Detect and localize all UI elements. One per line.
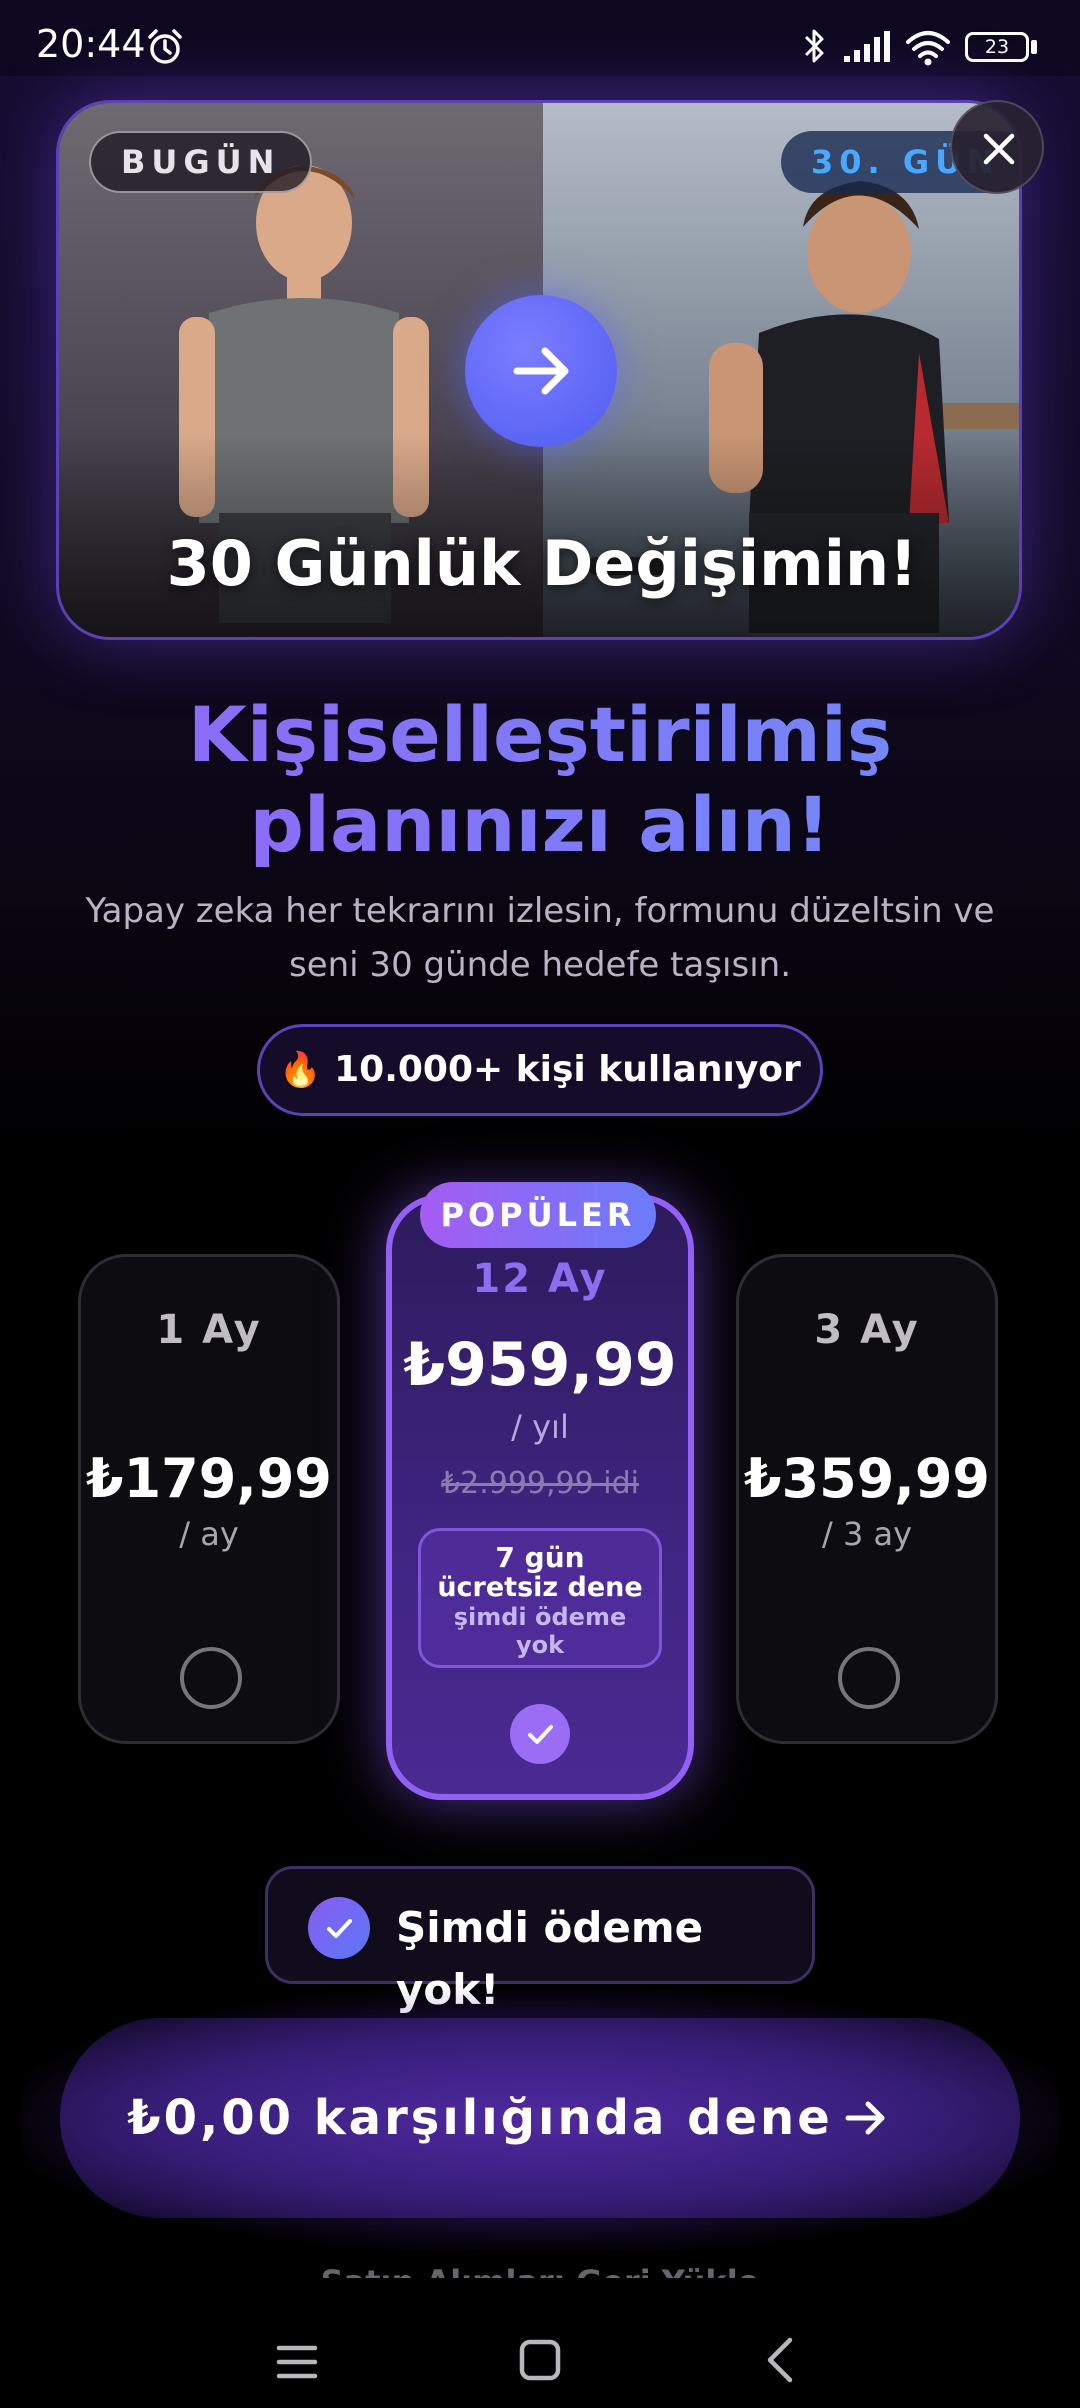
plan-name: 12 Ay	[472, 1256, 608, 1302]
trial-duration: 7 gün	[495, 1541, 585, 1574]
plan-price: ₺359,99	[744, 1447, 990, 1510]
check-icon	[327, 1919, 352, 1938]
plan-period: / yıl	[511, 1408, 569, 1446]
cta-label: ₺0,00 karşılığında dene	[127, 2090, 833, 2146]
transformation-arrow	[465, 295, 617, 447]
plan-name: 1 Ay	[156, 1307, 262, 1353]
trial-note: şimdi ödeme	[453, 1603, 627, 1631]
subtitle: Yapay zeka her tekrarını izlesin, formun…	[60, 884, 1020, 992]
wifi-icon	[906, 31, 950, 66]
plan-card-quarterly[interactable]: 3 Ay ₺359,99 / 3 ay	[736, 1254, 998, 1744]
plan-old-price: ₺2.999,99 idi	[441, 1466, 639, 1501]
plan-period: / 3 ay	[821, 1515, 913, 1553]
status-bar: 20:44 23	[0, 0, 1080, 76]
arrow-right-icon	[845, 2101, 885, 2135]
no-payment-pill: Şimdi ödeme yok!	[265, 1866, 815, 2014]
badge-today: BUGÜN	[89, 131, 313, 193]
popular-badge: POPÜLER	[420, 1182, 656, 1248]
users-count-pill: 🔥 10.000+ kişi kullanıyor	[257, 1024, 823, 1116]
free-trial-box: 7 gün ücretsiz dene şimdi ödeme yok	[418, 1528, 662, 1668]
headline-line-2: planınızı alın!	[249, 780, 831, 869]
system-navigation-bar	[0, 2278, 1080, 2408]
close-icon	[983, 133, 1015, 165]
home-icon[interactable]	[518, 2338, 562, 2382]
headline-line-1: Kişiselleştirilmiş	[187, 690, 893, 779]
signal-icon	[844, 31, 890, 62]
plan-selected-check[interactable]	[510, 1704, 570, 1764]
battery-nub	[1031, 40, 1037, 54]
check-icon	[528, 1725, 553, 1744]
plan-card-yearly[interactable]: 12 Ay ₺959,99 / yıl ₺2.999,99 idi 7 gün …	[386, 1194, 694, 1800]
bluetooth-icon	[804, 29, 824, 63]
subtitle-line-2: seni 30 günde hedefe taşısın.	[289, 945, 791, 985]
start-trial-button[interactable]: ₺0,00 karşılığında dene	[60, 2018, 1020, 2218]
plan-radio[interactable]	[180, 1647, 242, 1709]
users-count-text: 10.000+ kişi kullanıyor	[334, 1049, 801, 1090]
trial-label: ücretsiz dene	[437, 1572, 643, 1603]
hero-transformation-card: BUGÜN 30. GÜN 30 Günlük Değişimin!	[56, 100, 1022, 640]
status-time: 20:44	[36, 22, 146, 66]
battery-indicator: 23	[965, 32, 1029, 62]
plan-radio[interactable]	[838, 1647, 900, 1709]
fire-icon: 🔥	[279, 1050, 322, 1090]
plan-price: ₺959,99	[403, 1330, 677, 1400]
alarm-icon	[148, 29, 182, 64]
hero-title: 30 Günlük Değişimin!	[166, 527, 918, 600]
no-payment-check	[308, 1897, 370, 1959]
plan-card-monthly[interactable]: 1 Ay ₺179,99 / ay	[78, 1254, 340, 1744]
plan-name: 3 Ay	[814, 1307, 920, 1353]
plan-period: / ay	[179, 1515, 239, 1553]
recent-apps-icon[interactable]	[276, 2342, 318, 2382]
subtitle-line-1: Yapay zeka her tekrarını izlesin, formun…	[85, 891, 995, 931]
close-button[interactable]	[950, 100, 1044, 194]
plan-price: ₺179,99	[86, 1447, 332, 1510]
back-icon[interactable]	[764, 2336, 796, 2384]
headline: Kişiselleştirilmiş planınızı alın!	[0, 690, 1080, 870]
trial-note-2: yok	[515, 1631, 565, 1659]
arrow-right-icon	[513, 347, 569, 395]
